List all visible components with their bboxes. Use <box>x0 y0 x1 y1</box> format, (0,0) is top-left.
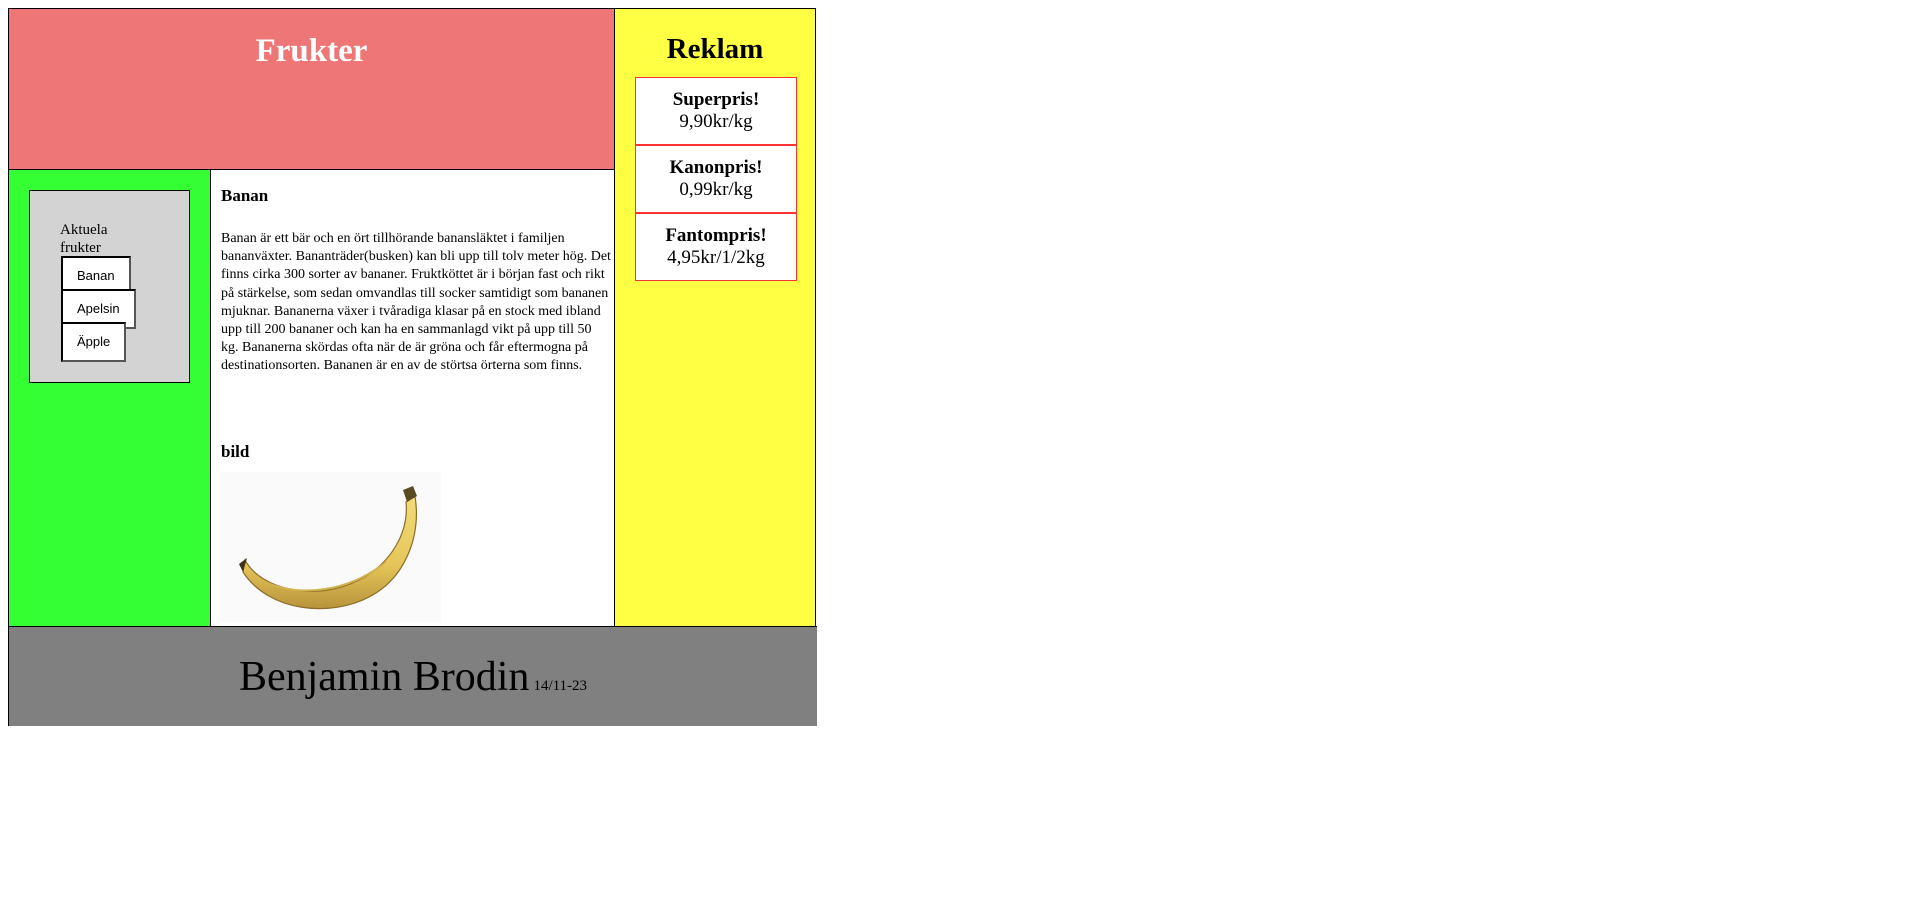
footer-date: 14/11-23 <box>533 678 588 694</box>
banana-icon <box>239 486 417 610</box>
ad-title: Kanonpris! <box>669 157 763 178</box>
author-name: Benjamin Brodin <box>238 654 530 700</box>
ad-box-fantompris: Fantompris! 4,95kr/1/2kg <box>635 213 797 281</box>
ads-title: Reklam <box>666 33 764 65</box>
ad-price: 0,99kr/kg <box>679 179 753 200</box>
banana-image <box>221 472 441 622</box>
content-text: Banan är ett bär och en ört tillhörande … <box>221 231 611 374</box>
ads-sidebar: Reklam Superpris! 9,90kr/kg Kanonpris! 0… <box>615 9 815 626</box>
ad-title: Superpris! <box>672 89 760 110</box>
ad-box-superpris: Superpris! 9,90kr/kg <box>635 77 797 145</box>
ad-price: 9,90kr/kg <box>679 111 753 132</box>
nav-column: Aktuela frukter Banan Apelsin Äpple <box>9 170 211 626</box>
page-container: Frukter Reklam Superpris! 9,90kr/kg Kano… <box>8 8 817 726</box>
nav-box: Aktuela frukter Banan Apelsin Äpple <box>29 190 190 383</box>
main-content: Banan Banan är ett bär och en ört tillhö… <box>211 170 615 626</box>
apple-button[interactable]: Äpple <box>61 322 127 362</box>
content-heading: Banan <box>221 186 269 205</box>
ad-title: Fantompris! <box>665 225 767 246</box>
page-title: Frukter <box>255 33 368 69</box>
ad-box-kanonpris: Kanonpris! 0,99kr/kg <box>635 145 797 213</box>
image-heading: bild <box>221 442 250 461</box>
header: Frukter <box>9 9 615 170</box>
nav-label: Aktuela frukter <box>60 222 108 256</box>
footer: Benjamin Brodin 14/11-23 <box>9 626 817 726</box>
ad-price: 4,95kr/1/2kg <box>667 247 765 268</box>
